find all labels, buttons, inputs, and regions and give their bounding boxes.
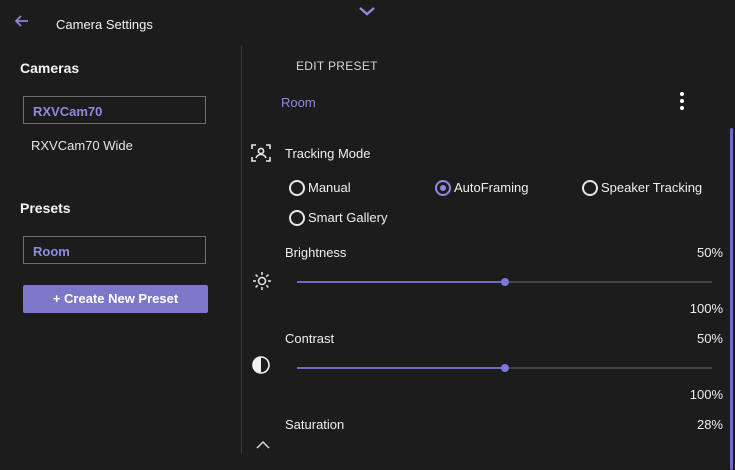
top-bar: Camera Settings (0, 0, 735, 46)
edit-preset-panel: EDIT PRESET Room Tracking Mode Manual Au… (242, 46, 735, 470)
presets-heading: Presets (20, 200, 71, 216)
contrast-slider-thumb[interactable] (500, 364, 509, 372)
brightness-icon (251, 270, 273, 292)
chevron-down-icon[interactable] (356, 4, 378, 18)
left-panel: Cameras RXVCam70 RXVCam70 Wide Presets R… (0, 46, 241, 454)
page-title: Camera Settings (56, 17, 153, 32)
cameras-heading: Cameras (20, 60, 80, 76)
radio-label: Manual (308, 180, 351, 195)
radio-circle (582, 180, 598, 196)
contrast-slider[interactable] (297, 364, 712, 372)
radio-manual[interactable]: Manual (289, 180, 351, 196)
preset-name: Room (281, 95, 316, 110)
preset-item-selected[interactable]: Room (23, 236, 206, 264)
brightness-slider-fill (297, 281, 505, 283)
edit-preset-heading: EDIT PRESET (296, 59, 378, 73)
radio-speaker-tracking[interactable]: Speaker Tracking (582, 180, 702, 196)
tracking-icon (250, 142, 272, 164)
brightness-slider[interactable] (297, 278, 712, 286)
radio-circle (289, 180, 305, 196)
camera-item-label: RXVCam70 (33, 104, 103, 119)
tracking-mode-label: Tracking Mode (285, 146, 371, 161)
radio-label: AutoFraming (454, 180, 529, 195)
saturation-value: 28% (696, 417, 723, 432)
create-preset-button[interactable]: + Create New Preset (23, 285, 208, 313)
radio-autoframing[interactable]: AutoFraming (435, 180, 528, 196)
brightness-label: Brightness (285, 245, 347, 260)
contrast-label: Contrast (285, 331, 335, 346)
contrast-max: 100% (689, 387, 723, 402)
scrollbar[interactable] (730, 128, 733, 470)
radio-circle (289, 210, 305, 226)
chevron-up-icon[interactable] (254, 437, 272, 449)
brightness-slider-thumb[interactable] (500, 278, 509, 286)
saturation-label: Saturation (285, 417, 345, 432)
contrast-slider-fill (297, 367, 505, 369)
radio-label: Smart Gallery (308, 210, 388, 225)
more-options-icon[interactable] (678, 92, 686, 112)
radio-circle (435, 180, 451, 196)
radio-label: Speaker Tracking (601, 180, 703, 195)
camera-item[interactable]: RXVCam70 Wide (31, 138, 133, 153)
camera-item-selected[interactable]: RXVCam70 (23, 96, 206, 124)
brightness-value: 50% (696, 245, 723, 260)
contrast-value: 50% (696, 331, 723, 346)
radio-smart-gallery[interactable]: Smart Gallery (289, 210, 387, 226)
back-arrow-icon[interactable] (14, 13, 34, 33)
contrast-icon (250, 354, 272, 376)
preset-item-label: Room (33, 244, 70, 259)
brightness-max: 100% (689, 301, 723, 316)
